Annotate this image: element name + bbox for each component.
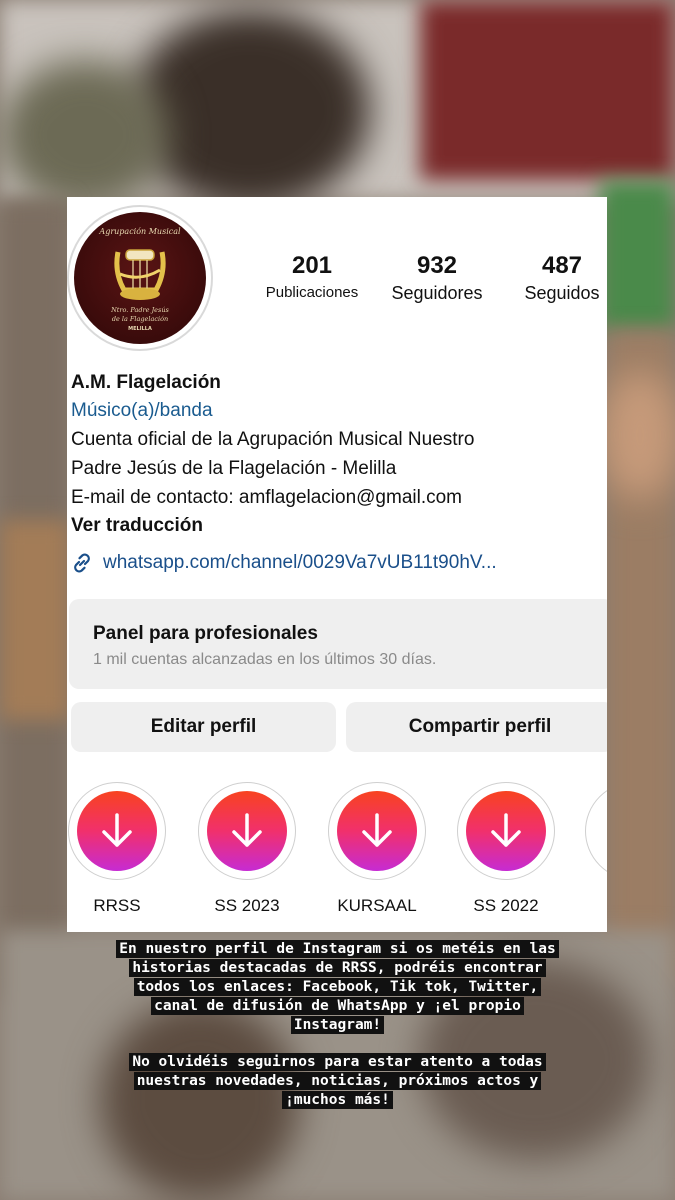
highlight-label: KURSAAL [337, 896, 417, 915]
down-arrow-icon [362, 813, 392, 847]
highlight-label: SS 2022 [473, 896, 539, 915]
highlight-ring [328, 782, 426, 880]
lyre-emblem-icon: Agrupación Musical Ntro. Padre Jesús de … [98, 227, 181, 332]
down-arrow-icon [102, 813, 132, 847]
band-logo: Agrupación Musical Ntro. Padre Jesús de … [74, 212, 206, 344]
highlight-ss-2023[interactable]: SS 2023 [197, 782, 297, 916]
bio-line: Padre Jesús de la Flagelación - Melilla [71, 458, 397, 479]
stat-posts-label: Publicaciones [265, 284, 359, 301]
profile-link[interactable]: whatsapp.com/channel/0029Va7vUB11t90hV..… [69, 550, 497, 576]
bio-line: Cuenta oficial de la Agrupación Musical … [71, 429, 475, 450]
dashboard-title: Panel para profesionales [93, 623, 318, 644]
professional-dashboard[interactable]: Panel para profesionales 1 mil cuentas a… [69, 599, 607, 689]
share-profile-button[interactable]: Compartir perfil [346, 702, 607, 752]
highlight-ring [68, 782, 166, 880]
stat-followers[interactable]: 932 Seguidores [377, 252, 497, 306]
highlight-label: SS 2023 [214, 896, 280, 915]
edit-profile-button[interactable]: Editar perfil [71, 702, 336, 752]
caption-paragraph-1: En nuestro perfil de Instagram si os met… [115, 940, 560, 1035]
highlight-rrss[interactable]: RRSS [67, 782, 167, 916]
dashboard-subtitle: 1 mil cuentas alcanzadas en los últimos … [93, 651, 437, 668]
highlight-partial[interactable] [585, 782, 607, 880]
highlight-ss-2022[interactable]: SS 2022 [456, 782, 556, 916]
logo-text-top: Agrupación Musical [98, 227, 181, 236]
highlight-ring [198, 782, 296, 880]
logo-text-line2: Ntro. Padre Jesús [110, 306, 169, 314]
highlight-kursaal[interactable]: KURSAAL [327, 782, 427, 916]
profile-bio: A.M. Flagelación Músico(a)/banda Cuenta … [71, 369, 601, 540]
down-arrow-icon [491, 813, 521, 847]
stat-following[interactable]: 487 Seguidos [512, 252, 607, 306]
story-caption: En nuestro perfil de Instagram si os met… [115, 940, 560, 1110]
stat-following-label: Seguidos [524, 283, 600, 303]
stat-followers-label: Seguidores [391, 283, 483, 303]
stat-following-value: 487 [541, 252, 583, 279]
highlight-label: RRSS [93, 896, 141, 915]
profile-name: A.M. Flagelación [71, 372, 221, 393]
profile-avatar[interactable]: Agrupación Musical Ntro. Padre Jesús de … [67, 205, 213, 351]
caption-text-2: No olvidéis seguirnos para estar atento … [129, 1053, 546, 1109]
caption-text-1: En nuestro perfil de Instagram si os met… [116, 940, 559, 1034]
bio-line: E-mail de contacto: amflagelacion@gmail.… [71, 487, 463, 508]
see-translation-link[interactable]: Ver traducción [71, 512, 601, 540]
profile-link-text: whatsapp.com/channel/0029Va7vUB11t90hV..… [103, 552, 497, 573]
logo-text-line3: de la Flagelación [112, 315, 168, 323]
logo-text-line4: MELILLA [128, 326, 152, 332]
profile-category[interactable]: Músico(a)/banda [71, 397, 601, 425]
link-icon [74, 553, 90, 573]
down-arrow-icon [232, 813, 262, 847]
profile-stats: 201 Publicaciones 932 Seguidores 487 Seg… [247, 252, 607, 312]
highlight-ring [457, 782, 555, 880]
instagram-profile-card: Agrupación Musical Ntro. Padre Jesús de … [67, 197, 607, 932]
stat-posts[interactable]: 201 Publicaciones [252, 252, 372, 306]
stat-followers-value: 932 [416, 252, 458, 279]
caption-paragraph-2: No olvidéis seguirnos para estar atento … [115, 1053, 560, 1110]
stat-posts-value: 201 [291, 252, 333, 279]
